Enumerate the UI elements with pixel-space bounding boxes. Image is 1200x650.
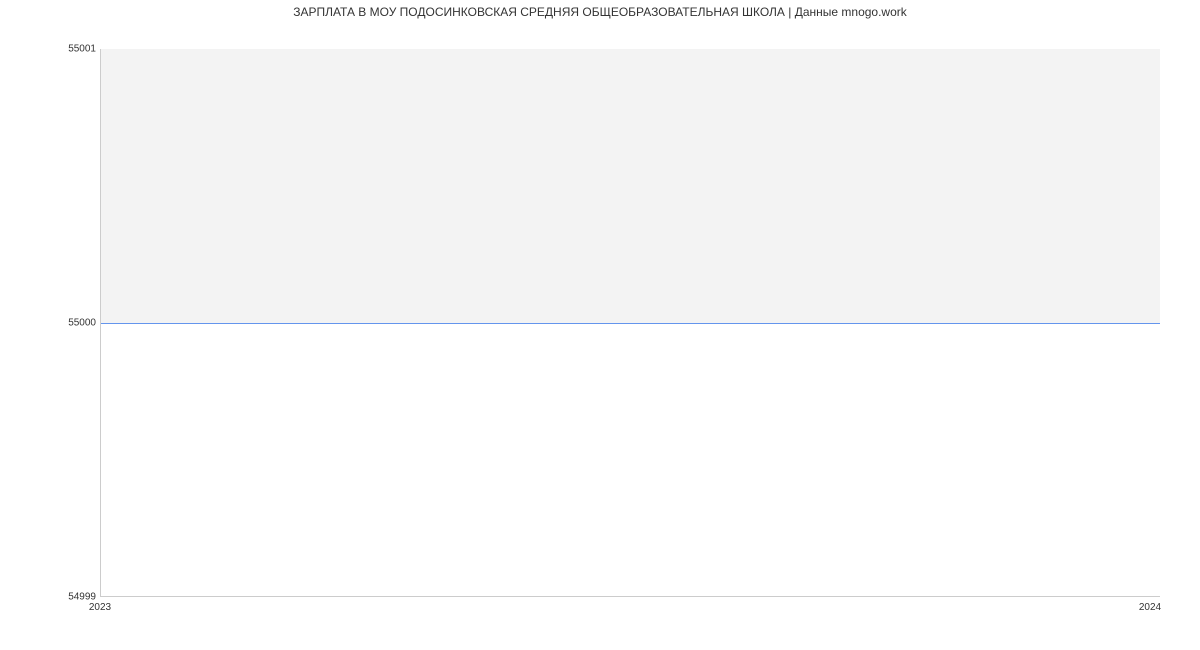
chart-container: ЗАРПЛАТА В МОУ ПОДОСИНКОВСКАЯ СРЕДНЯЯ ОБ…: [0, 0, 1200, 650]
chart-title: ЗАРПЛАТА В МОУ ПОДОСИНКОВСКАЯ СРЕДНЯЯ ОБ…: [0, 5, 1200, 19]
x-tick-label: 2023: [89, 602, 111, 613]
y-tick-label: 54999: [68, 592, 96, 603]
x-tick-label: 2024: [1139, 602, 1161, 613]
plot-area: [100, 49, 1160, 597]
y-tick-label: 55000: [68, 318, 96, 329]
y-tick-label: 55001: [68, 44, 96, 55]
area-fill: [101, 49, 1160, 323]
data-line: [101, 323, 1160, 324]
